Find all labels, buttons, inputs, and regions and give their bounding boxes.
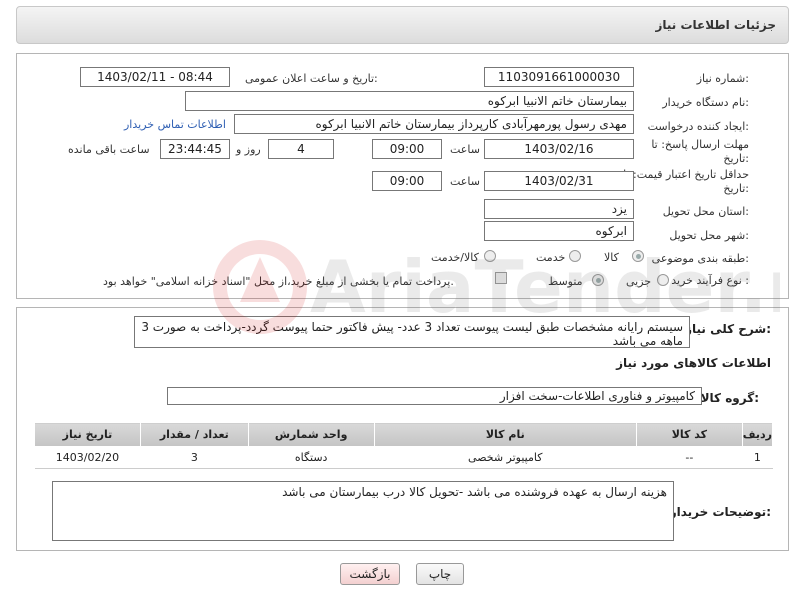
col-code: کد کالا — [636, 422, 743, 447]
col-name: نام کالا — [373, 422, 638, 447]
process-option-minor: جزیی — [626, 275, 652, 288]
goods-table-header: ردیف کد کالا نام کالا واحد شمارش تعداد /… — [34, 422, 774, 447]
treasury-payment-note: پرداخت تمام یا بخشی از مبلغ خرید،از محل … — [103, 275, 454, 288]
announce-field[interactable]: 1403/02/11 - 08:44 — [80, 67, 230, 87]
page-header: جزئیات اطلاعات نیاز — [16, 6, 789, 44]
remaining-time-field[interactable]: 23:44:45 — [160, 139, 230, 159]
col-unit: واحد شمارش — [247, 422, 375, 447]
province-field[interactable]: یزد — [484, 199, 634, 219]
goods-info-title: اطلاعات کالاهای مورد نیاز — [616, 356, 771, 370]
category-option-service: خدمت — [536, 251, 566, 264]
remaining-label: ساعت باقی مانده — [68, 143, 150, 156]
col-date: تاریخ نیاز — [34, 422, 141, 447]
cell-unit: دستگاه — [248, 446, 375, 469]
price-time-field[interactable]: 09:00 — [372, 171, 442, 191]
description-field[interactable]: سیستم رایانه مشخصات طبق لیست پیوست تعداد… — [134, 316, 690, 348]
days-label: روز و — [236, 143, 261, 156]
buyer-org-field[interactable]: بیمارستان خاتم الانبیا ابرکوه — [185, 91, 634, 111]
buyer-notes-label: توضیحات خریدار: — [669, 505, 771, 519]
page-title: جزئیات اطلاعات نیاز — [655, 18, 776, 32]
reply-time-field[interactable]: 09:00 — [372, 139, 442, 159]
reply-time-label: ساعت — [450, 143, 480, 156]
cell-name: کامپیوتر شخصی — [374, 446, 637, 469]
buyer-notes-field[interactable]: هزینه ارسال به عهده فروشنده می باشد -تحو… — [52, 481, 674, 541]
col-qty: تعداد / مقدار — [139, 422, 249, 447]
announce-label: تاریخ و ساعت اعلان عمومی: — [245, 72, 378, 85]
cell-qty: 3 — [140, 446, 249, 469]
city-field[interactable]: ابرکوه — [484, 221, 634, 241]
contact-buyer-link[interactable]: اطلاعات تماس خریدار — [124, 118, 226, 131]
col-row: ردیف — [741, 422, 774, 447]
cell-row: 1 — [742, 446, 773, 469]
city-label: شهر محل تحویل: — [669, 229, 749, 242]
process-label: نوع فرآیند خرید : — [671, 274, 749, 287]
buyer-org-label: نام دستگاه خریدار: — [662, 96, 749, 109]
category-label: طبقه بندی موضوعی: — [651, 252, 749, 265]
cell-code: -- — [636, 446, 743, 469]
reply-deadline-label: مهلت ارسال پاسخ: تا تاریخ: — [651, 138, 749, 165]
category-option-goods-service: کالا/خدمت — [431, 251, 479, 264]
days-field[interactable]: 4 — [268, 139, 334, 159]
reply-date-field[interactable]: 1403/02/16 — [484, 139, 634, 159]
need-number-label: شماره نیاز: — [696, 72, 749, 85]
category-option-goods: کالا — [604, 251, 619, 264]
goods-group-field[interactable]: کامپیوتر و فناوری اطلاعات-سخت افزار — [167, 387, 702, 405]
price-time-label: ساعت — [450, 175, 480, 188]
process-option-medium: متوسط — [548, 275, 583, 288]
print-button[interactable]: چاپ — [416, 563, 464, 585]
process-radio-minor[interactable] — [657, 274, 669, 286]
category-radio-goods[interactable] — [632, 250, 644, 262]
back-button[interactable]: بازگشت — [340, 563, 400, 585]
price-date-field[interactable]: 1403/02/31 — [484, 171, 634, 191]
province-label: استان محل تحویل: — [662, 205, 749, 218]
goods-group-label: گروه کالا: — [700, 391, 759, 405]
process-radio-medium[interactable] — [592, 274, 604, 286]
price-validity-label: حداقل تاریخ اعتبار قیمت: تا تاریخ: — [623, 168, 749, 195]
creator-field[interactable]: مهدی رسول پورمهرآبادی کارپرداز بیمارستان… — [234, 114, 634, 134]
cell-date: 1403/02/20 — [34, 446, 141, 469]
category-radio-goods-service[interactable] — [484, 250, 496, 262]
goods-table: ردیف کد کالا نام کالا واحد شمارش تعداد /… — [34, 422, 774, 469]
description-label: شرح کلی نیاز: — [685, 322, 771, 336]
category-radio-service[interactable] — [569, 250, 581, 262]
table-row[interactable]: 1 -- کامپیوتر شخصی دستگاه 3 1403/02/20 — [34, 446, 773, 469]
treasury-payment-checkbox[interactable] — [495, 272, 507, 284]
creator-label: ایجاد کننده درخواست: — [647, 120, 749, 133]
need-number-field[interactable]: 1103091661000030 — [484, 67, 634, 87]
